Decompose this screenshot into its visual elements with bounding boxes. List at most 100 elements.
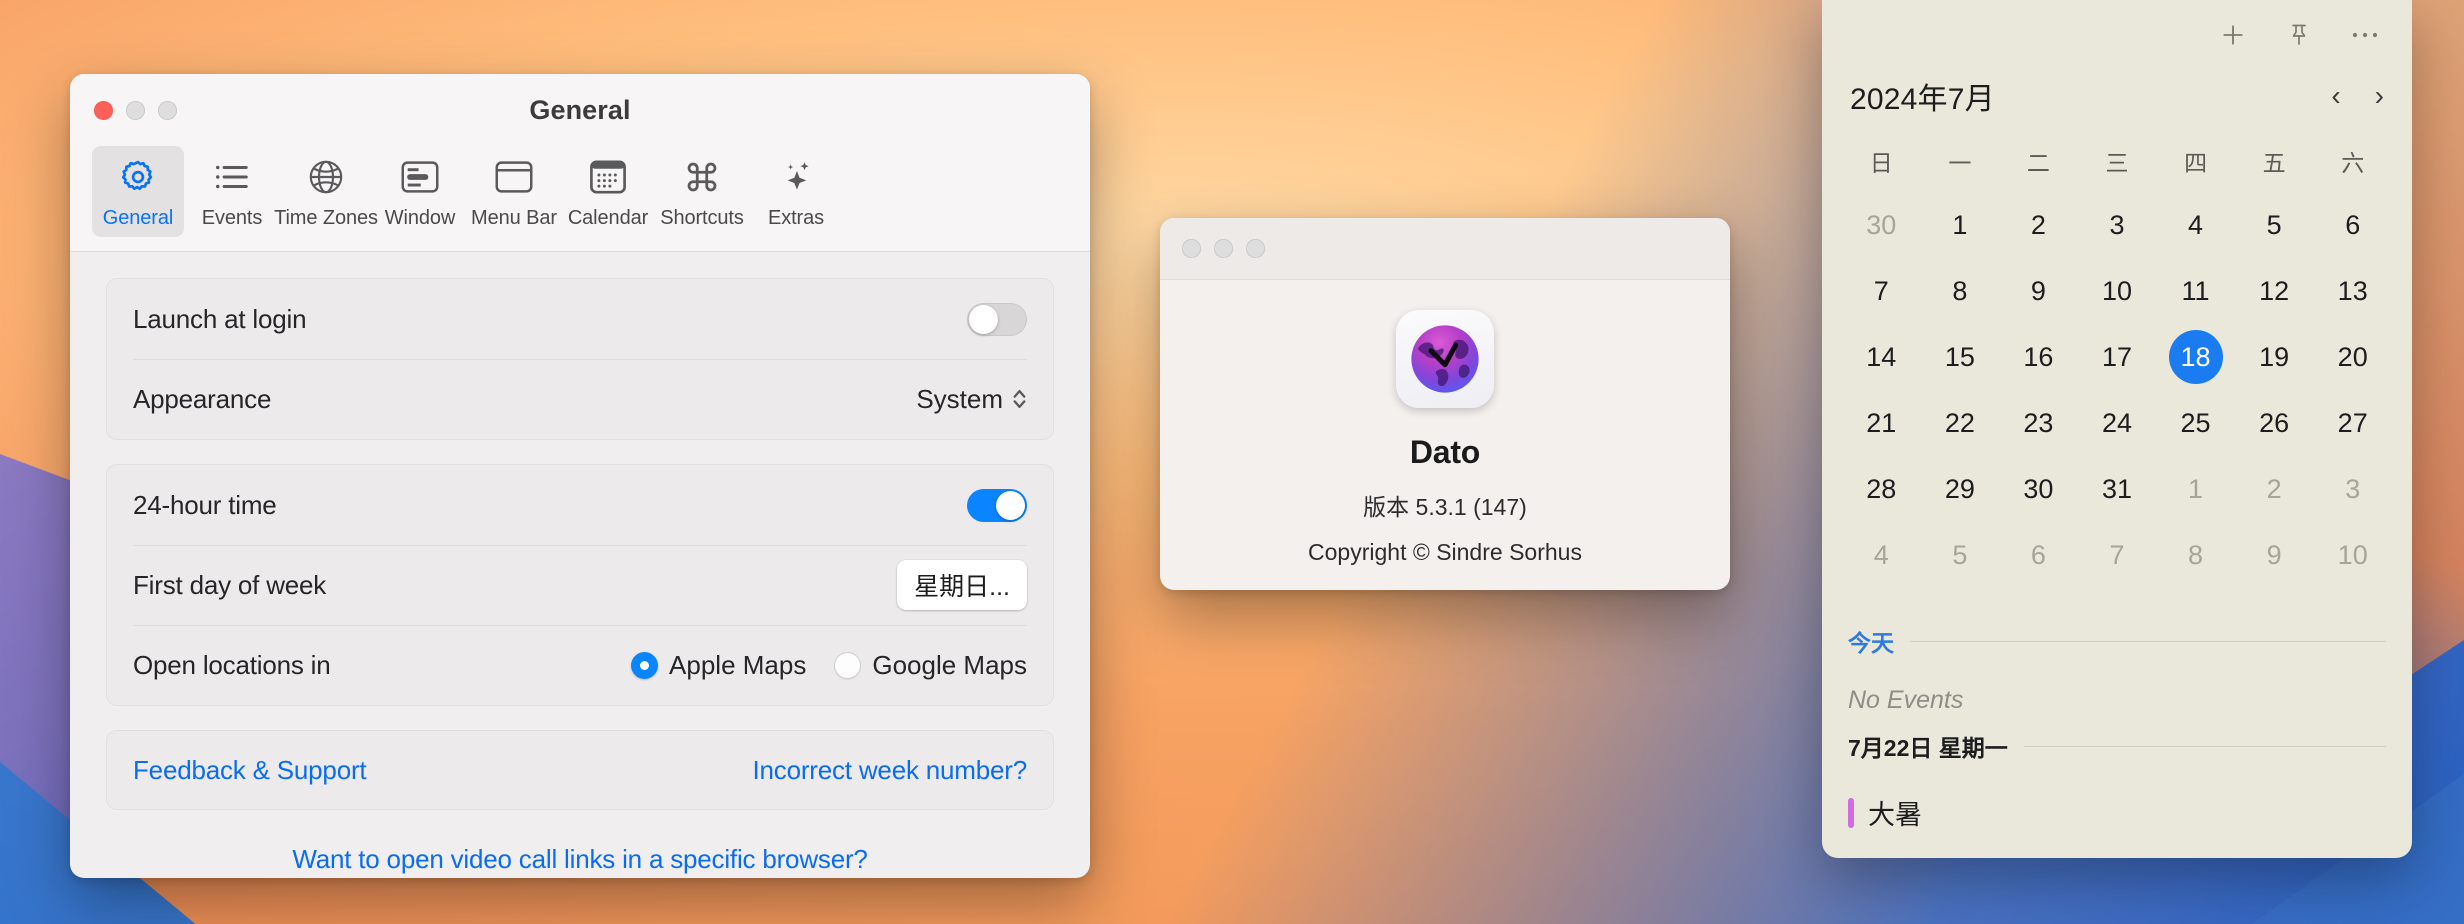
calendar-day[interactable]: 16 — [1999, 324, 2078, 390]
calendar-icon — [589, 154, 627, 200]
tab-extras[interactable]: Extras — [750, 146, 842, 237]
calendar-day[interactable]: 9 — [1999, 258, 2078, 324]
calendar-day[interactable]: 9 — [2235, 522, 2314, 588]
tab-label: Events — [201, 207, 263, 229]
pin-icon[interactable] — [2282, 18, 2316, 52]
incorrect-week-number-link[interactable]: Incorrect week number? — [752, 755, 1027, 786]
calendar-day[interactable]: 1 — [1921, 192, 2000, 258]
video-call-browser-link[interactable]: Want to open video call links in a speci… — [292, 844, 868, 874]
calendar-day[interactable]: 21 — [1842, 390, 1921, 456]
calendar-day[interactable]: 25 — [2156, 390, 2235, 456]
more-icon[interactable] — [2348, 18, 2382, 52]
next-month-button[interactable]: › — [2375, 82, 2384, 110]
calendar-events: 今天 No Events 7月22日 星期一 大暑 — [1822, 588, 2412, 832]
calendar-day[interactable]: 19 — [2235, 324, 2314, 390]
calendar-day[interactable]: 1 — [2156, 456, 2235, 522]
separator-line — [1910, 640, 2386, 642]
calendar-day[interactable]: 10 — [2313, 522, 2392, 588]
calendar-day[interactable]: 6 — [2313, 192, 2392, 258]
calendar-toolbar — [1822, 0, 2412, 52]
row-support-links: Feedback & Support Incorrect week number… — [107, 731, 1053, 809]
calendar-day-number: 31 — [2101, 473, 2133, 504]
calendar-day[interactable]: 11 — [2156, 258, 2235, 324]
calendar-day[interactable]: 3 — [2313, 456, 2392, 522]
first-day-of-week-button[interactable]: 星期日... — [897, 560, 1027, 610]
calendar-day-number: 24 — [2101, 407, 2133, 438]
settings-group-links: Feedback & Support Incorrect week number… — [106, 730, 1054, 810]
calendar-day-number: 5 — [2266, 209, 2282, 240]
about-titlebar — [1160, 218, 1730, 280]
tab-window[interactable]: Window — [374, 146, 466, 237]
tab-label: Menu Bar — [471, 207, 557, 229]
row-label: Launch at login — [133, 303, 307, 334]
calendar-day[interactable]: 6 — [1999, 522, 2078, 588]
calendar-week-row: 14 15 16 17 18 19 20 — [1842, 324, 2392, 390]
calendar-day[interactable]: 24 — [2078, 390, 2157, 456]
radio-dot — [834, 651, 862, 679]
calendar-day-number: 2 — [2030, 209, 2046, 240]
calendar-day[interactable]: 7 — [2078, 522, 2157, 588]
chevron-updown-icon — [1012, 387, 1027, 411]
tab-time-zones[interactable]: Time Zones — [274, 146, 378, 237]
calendar-day[interactable]: 30 — [1999, 456, 2078, 522]
calendar-day-number: 30 — [2023, 473, 2054, 504]
tab-shortcuts[interactable]: Shortcuts — [656, 146, 748, 237]
calendar-day-number: 15 — [1944, 341, 1975, 372]
row-label: Appearance — [133, 383, 272, 414]
calendar-day[interactable]: 13 — [2313, 258, 2392, 324]
calendar-day[interactable]: 4 — [1842, 522, 1921, 588]
calendar-day-number: 14 — [1866, 341, 1897, 372]
calendar-day[interactable]: 2 — [2235, 456, 2314, 522]
tab-label: General — [102, 207, 174, 229]
calendar-day[interactable]: 8 — [1921, 258, 2000, 324]
feedback-support-link[interactable]: Feedback & Support — [133, 755, 367, 786]
prev-month-button[interactable]: ‹ — [2331, 82, 2340, 110]
calendar-day[interactable]: 5 — [1921, 522, 2000, 588]
calendar-day[interactable]: 27 — [2313, 390, 2392, 456]
calendar-day[interactable]: 4 — [2156, 192, 2235, 258]
add-event-icon[interactable] — [2216, 18, 2250, 52]
calendar-day[interactable]: 12 — [2235, 258, 2314, 324]
tab-general[interactable]: General — [92, 146, 184, 237]
calendar-day[interactable]: 26 — [2235, 390, 2314, 456]
minimize-button[interactable] — [1214, 239, 1233, 258]
calendar-day-number: 19 — [2259, 341, 2290, 372]
events-date-separator: 7月22日 星期一 — [1848, 729, 2386, 763]
calendar-day[interactable]: 30 — [1842, 192, 1921, 258]
launch-at-login-toggle[interactable] — [967, 302, 1027, 336]
tab-label: Calendar — [567, 207, 649, 229]
calendar-day-number: 23 — [2023, 407, 2054, 438]
calendar-day[interactable]: 5 — [2235, 192, 2314, 258]
calendar-day[interactable]: 20 — [2313, 324, 2392, 390]
zoom-button[interactable] — [1246, 239, 1265, 258]
close-button[interactable] — [1182, 239, 1201, 258]
calendar-day-number: 2 — [2266, 473, 2282, 504]
row-24-hour-time: 24-hour time — [107, 465, 1053, 545]
tab-menu-bar[interactable]: Menu Bar — [468, 146, 560, 237]
calendar-day[interactable]: 23 — [1999, 390, 2078, 456]
24-hour-time-toggle[interactable] — [967, 488, 1027, 522]
radio-apple-maps[interactable]: Apple Maps — [631, 650, 806, 681]
calendar-day[interactable]: 7 — [1842, 258, 1921, 324]
calendar-day-number: 6 — [2345, 209, 2361, 240]
tab-events[interactable]: Events — [186, 146, 278, 237]
tab-calendar[interactable]: Calendar — [562, 146, 654, 237]
appearance-select[interactable]: System — [916, 384, 1027, 415]
calendar-day[interactable]: 28 — [1842, 456, 1921, 522]
event-item[interactable]: 大暑 — [1848, 793, 2386, 832]
calendar-day[interactable]: 8 — [2156, 522, 2235, 588]
calendar-day-number: 9 — [2030, 275, 2046, 306]
calendar-day[interactable]: 15 — [1921, 324, 2000, 390]
calendar-day[interactable]: 2 — [1999, 192, 2078, 258]
calendar-day[interactable]: 3 — [2078, 192, 2157, 258]
radio-google-maps[interactable]: Google Maps — [834, 650, 1027, 681]
calendar-day[interactable]: 10 — [2078, 258, 2157, 324]
calendar-day[interactable]: 29 — [1921, 456, 2000, 522]
calendar-day[interactable]: 14 — [1842, 324, 1921, 390]
calendar-day[interactable]: 22 — [1921, 390, 2000, 456]
settings-content: Launch at login Appearance System 24-hou… — [70, 252, 1090, 875]
calendar-day[interactable]: 17 — [2078, 324, 2157, 390]
calendar-day-today[interactable]: 18 — [2156, 324, 2235, 390]
calendar-day-number: 4 — [1873, 539, 1889, 570]
calendar-day[interactable]: 31 — [2078, 456, 2157, 522]
